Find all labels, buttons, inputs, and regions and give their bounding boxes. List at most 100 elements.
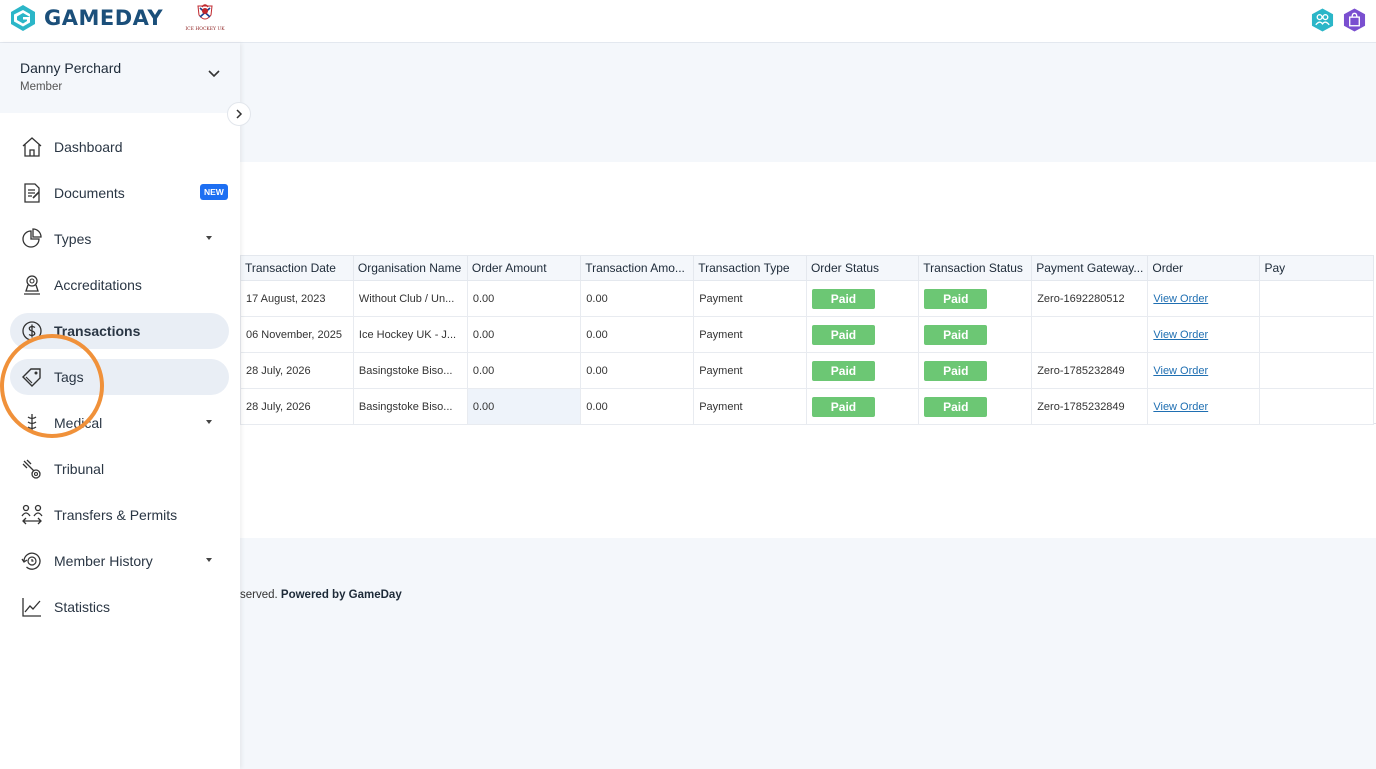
col-transaction-status[interactable]: Transaction Status	[918, 255, 1033, 281]
cell-order-status: Paid	[805, 316, 920, 353]
cell-order-amount: 0.00	[466, 280, 582, 317]
cell-org: Without Club / Un...	[352, 280, 468, 317]
col-transaction-amount[interactable]: Transaction Amo...	[580, 255, 695, 281]
cell-pay	[1259, 388, 1374, 425]
sidebar-item-label: Documents	[54, 185, 125, 201]
top-bar: GAMEDAY ICE HOCKEY UK	[0, 0, 1376, 43]
col-payment-gateway[interactable]: Payment Gateway...	[1031, 255, 1149, 281]
shop-bag-icon[interactable]	[1343, 7, 1366, 33]
table-row[interactable]: 28 July, 2026 Basingstoke Biso... 0.00 0…	[240, 352, 1374, 389]
cell-pay	[1259, 280, 1374, 317]
cell-order: View Order	[1147, 352, 1261, 389]
chevron-down-icon[interactable]	[207, 69, 221, 79]
col-order[interactable]: Order	[1147, 255, 1261, 281]
tribunal-icon	[22, 459, 41, 479]
cell-type: Payment	[693, 280, 807, 317]
sidebar-item-dashboard[interactable]: Dashboard	[0, 129, 240, 165]
cell-type: Payment	[693, 352, 807, 389]
table-row[interactable]: 17 August, 2023 Without Club / Un... 0.0…	[240, 280, 1374, 317]
footer-text: served.	[240, 589, 278, 601]
view-order-link[interactable]: View Order	[1153, 401, 1208, 413]
collapse-sidebar-button[interactable]	[227, 102, 251, 126]
powered-by-link[interactable]: Powered by GameDay	[281, 589, 402, 601]
transactions-table: Transaction Date Organisation Name Order…	[240, 255, 1374, 425]
view-order-link[interactable]: View Order	[1153, 329, 1208, 341]
status-badge: Paid	[924, 324, 988, 345]
sidebar-item-transfers[interactable]: Transfers & Permits	[0, 497, 240, 533]
sidebar-item-label: Member History	[54, 553, 153, 569]
transfer-icon	[21, 504, 43, 525]
caret-down-icon	[206, 558, 212, 562]
status-badge: Paid	[811, 396, 875, 417]
sidebar-item-label: Accreditations	[54, 277, 142, 293]
chevron-right-icon	[236, 109, 243, 119]
members-icon[interactable]	[1311, 7, 1334, 33]
cell-order-status: Paid	[805, 388, 920, 425]
cell-gateway: Zero-1785232849	[1031, 352, 1149, 389]
col-order-amount[interactable]: Order Amount	[466, 255, 582, 281]
cell-date: 17 August, 2023	[240, 280, 354, 317]
cell-date: 28 July, 2026	[240, 388, 354, 425]
cell-org: Ice Hockey UK - J...	[352, 316, 468, 353]
col-transaction-date[interactable]: Transaction Date	[240, 255, 354, 281]
cell-transaction-status: Paid	[918, 316, 1033, 353]
history-icon	[21, 552, 41, 570]
cell-pay	[1259, 352, 1374, 389]
accreditation-icon	[24, 275, 40, 295]
col-organisation-name[interactable]: Organisation Name	[352, 255, 468, 281]
sidebar-item-types[interactable]: Types	[0, 221, 240, 257]
sidebar-item-label: Statistics	[54, 599, 111, 615]
gameday-logo-icon	[11, 5, 35, 31]
cell-order-status: Paid	[805, 352, 920, 389]
user-menu[interactable]: Danny Perchard Member	[0, 43, 240, 113]
gameday-logo[interactable]: GAMEDAY	[8, 3, 163, 33]
footer: served. Powered by GameDay	[240, 589, 402, 601]
cell-transaction-status: Paid	[918, 388, 1033, 425]
cell-transaction-amount: 0.00	[580, 280, 695, 317]
sidebar-item-label: Dashboard	[54, 139, 123, 155]
status-badge: Paid	[811, 324, 875, 345]
cell-transaction-amount: 0.00	[580, 388, 695, 425]
view-order-link[interactable]: View Order	[1153, 293, 1208, 305]
cell-gateway: Zero-1785232849	[1031, 388, 1149, 425]
sidebar-item-label: Tribunal	[54, 461, 105, 477]
table-row[interactable]: 28 July, 2026 Basingstoke Biso... 0.00 0…	[240, 388, 1374, 425]
col-pay[interactable]: Pay	[1259, 255, 1374, 281]
sidebar-item-accreditations[interactable]: Accreditations	[0, 267, 240, 303]
view-order-link[interactable]: View Order	[1153, 365, 1208, 377]
home-icon	[22, 137, 42, 157]
cell-type: Payment	[693, 316, 807, 353]
sidebar-item-documents[interactable]: Documents NEW	[0, 175, 240, 211]
cell-gateway: Zero-1692280512	[1031, 280, 1149, 317]
caret-down-icon	[206, 420, 212, 424]
col-order-status[interactable]: Order Status	[805, 255, 920, 281]
cell-org: Basingstoke Biso...	[352, 388, 468, 425]
cell-order-amount: 0.00	[466, 352, 582, 389]
cell-order: View Order	[1147, 316, 1261, 353]
cell-order: View Order	[1147, 388, 1261, 425]
user-name: Danny Perchard	[20, 60, 122, 76]
org-logo[interactable]: ICE HOCKEY UK	[184, 3, 226, 35]
status-badge: Paid	[811, 288, 875, 309]
pie-chart-icon	[22, 228, 42, 248]
cell-transaction-amount: 0.00	[580, 352, 695, 389]
statistics-icon	[22, 598, 41, 617]
sidebar-item-member-history[interactable]: Member History	[0, 543, 240, 579]
cell-type: Payment	[693, 388, 807, 425]
sidebar-item-statistics[interactable]: Statistics	[0, 589, 240, 625]
status-badge: Paid	[924, 288, 988, 309]
sidebar-item-tribunal[interactable]: Tribunal	[0, 451, 240, 487]
highlight-ring	[0, 334, 104, 438]
cell-date: 06 November, 2025	[240, 316, 354, 353]
cell-pay	[1259, 316, 1374, 353]
cell-order: View Order	[1147, 280, 1261, 317]
cell-order-amount: 0.00	[466, 388, 582, 425]
document-icon	[24, 183, 40, 203]
cell-transaction-status: Paid	[918, 280, 1033, 317]
table-header-row: Transaction Date Organisation Name Order…	[240, 255, 1374, 281]
cell-order-status: Paid	[805, 280, 920, 317]
table-row[interactable]: 06 November, 2025 Ice Hockey UK - J... 0…	[240, 316, 1374, 353]
col-transaction-type[interactable]: Transaction Type	[693, 255, 807, 281]
cell-org: Basingstoke Biso...	[352, 352, 468, 389]
lion-crest-icon	[197, 4, 213, 20]
